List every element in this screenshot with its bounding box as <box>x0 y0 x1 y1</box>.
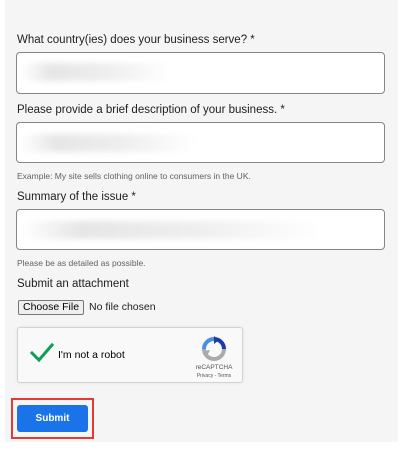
recaptcha-widget: I'm not a robot reCAPTCHA Privacy - Term… <box>17 327 243 383</box>
description-field[interactable] <box>16 122 385 163</box>
submit-button[interactable]: Submit <box>17 405 88 432</box>
country-field[interactable] <box>16 52 385 94</box>
redacted-country-value <box>21 63 171 81</box>
file-status: No file chosen <box>89 301 156 313</box>
recaptcha-privacy-terms[interactable]: Privacy - Terms <box>192 373 236 379</box>
submit-highlight: Submit <box>11 398 94 439</box>
recaptcha-label: I'm not a robot <box>58 349 125 361</box>
file-input: Choose File No file chosen <box>18 299 156 315</box>
checkmark-icon[interactable] <box>30 342 54 364</box>
description-label: Please provide a brief description of yo… <box>17 104 285 116</box>
redacted-description-value <box>21 134 196 152</box>
recaptcha-brand: reCAPTCHA <box>195 364 233 371</box>
summary-field[interactable] <box>16 209 385 250</box>
summary-label: Summary of the issue * <box>17 191 136 203</box>
recaptcha-logo-icon <box>202 336 226 361</box>
description-hint: Example: My site sells clothing online t… <box>17 171 251 181</box>
attachment-label: Submit an attachment <box>17 278 129 290</box>
country-label: What country(ies) does your business ser… <box>17 34 255 46</box>
choose-file-button[interactable]: Choose File <box>18 299 85 315</box>
redacted-summary-value <box>21 221 321 239</box>
summary-hint: Please be as detailed as possible. <box>17 258 146 268</box>
